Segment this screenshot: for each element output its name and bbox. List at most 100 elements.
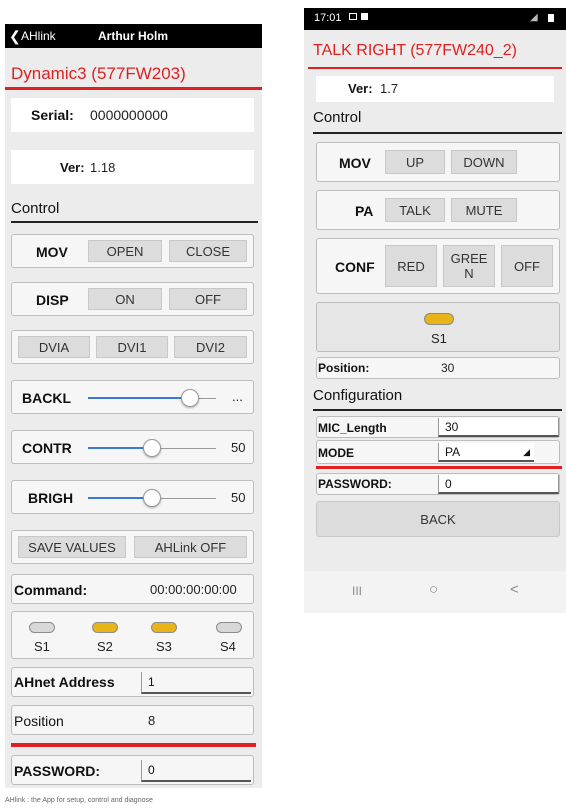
disp-label: DISP [36, 292, 69, 308]
position-label: Position [14, 713, 64, 729]
home-button[interactable]: ○ [429, 581, 438, 598]
led-s3-label: S3 [156, 639, 172, 654]
back-nav-button[interactable]: < [510, 581, 519, 598]
version-value-right: 1.7 [380, 81, 399, 96]
serial-label: Serial: [31, 107, 74, 123]
mode-row: MODE PA ◢ [316, 440, 560, 464]
mute-button[interactable]: MUTE [451, 198, 517, 222]
control-heading-right: Control [313, 109, 362, 126]
led-s3: S3 [132, 612, 192, 660]
save-values-button[interactable]: SAVE VALUES [18, 536, 126, 558]
brightness-slider-knob[interactable] [143, 489, 161, 507]
dvia-button[interactable]: DVIA [18, 336, 90, 358]
position-value: 8 [148, 713, 156, 728]
disp-off-button[interactable]: OFF [169, 288, 247, 310]
mode-select[interactable]: PA ◢ [438, 443, 534, 462]
dvi1-button[interactable]: DVI1 [96, 336, 168, 358]
down-button[interactable]: DOWN [451, 150, 517, 174]
led-s1: S1 [12, 612, 72, 660]
back-button[interactable]: BACK [316, 501, 560, 537]
position-label-right: Position: [318, 361, 370, 375]
mode-select-value: PA [445, 444, 461, 459]
red-button[interactable]: RED [385, 245, 437, 287]
android-status-bar: 17:01 ◢ [304, 8, 566, 30]
disp-on-button[interactable]: ON [88, 288, 162, 310]
open-button[interactable]: OPEN [88, 240, 162, 262]
mov-label: MOV [36, 244, 68, 260]
device-title-right: TALK RIGHT (577FW240_2) [313, 42, 517, 59]
clock: 17:01 [314, 12, 342, 24]
dvi-row: DVIA DVI1 DVI2 [11, 330, 254, 364]
pa-label: PA [355, 203, 374, 219]
recents-button[interactable]: III [352, 584, 362, 598]
notification-icon [361, 13, 368, 20]
led-s2-label: S2 [97, 639, 113, 654]
mov-label-right: MOV [339, 155, 371, 171]
mov-row: MOV OPEN CLOSE [11, 234, 254, 268]
version-label: Ver: [60, 160, 85, 175]
led-s4-indicator [216, 622, 242, 633]
password-input[interactable]: 0 [141, 760, 251, 782]
led-s2-indicator [92, 622, 118, 633]
title-underline [5, 87, 262, 90]
brightness-label: BRIGH [28, 490, 74, 506]
brightness-row: BRIGH 50 [11, 480, 254, 514]
position-value-right: 30 [441, 361, 455, 375]
conf-label: CONF [335, 259, 375, 275]
dropdown-arrow-icon: ◢ [523, 447, 530, 457]
green-button-line2: N [464, 266, 474, 281]
led-s1-indicator [29, 622, 55, 633]
password-separator [11, 743, 256, 747]
title-underline-right [308, 67, 562, 69]
s1-status: S1 [316, 302, 560, 352]
android-nav-bar: III ○ < [304, 571, 566, 613]
mic-length-row: MIC_Length 30 [316, 416, 560, 438]
version-label-right: Ver: [348, 81, 373, 96]
backlight-label: BACKL [22, 390, 71, 406]
contrast-slider-knob[interactable] [143, 439, 161, 457]
backlight-slider-knob[interactable] [181, 389, 200, 407]
password-separator-right [316, 466, 562, 469]
led-s4-label: S4 [220, 639, 236, 654]
command-label: Command: [14, 582, 88, 598]
password-row: PASSWORD: 0 [11, 755, 254, 785]
ahnet-address-row: AHnet Address 1 [11, 667, 254, 697]
version-row: Ver: 1.18 [11, 150, 254, 184]
control-underline [11, 221, 258, 223]
mic-length-label: MIC_Length [318, 421, 387, 435]
s1-indicator-right [424, 313, 454, 325]
screenshot-stage: ❮ AHlink Arthur Holm Dynamic3 (577FW203)… [0, 0, 566, 812]
left-phone-screen: ❮ AHlink Arthur Holm Dynamic3 (577FW203)… [5, 24, 262, 788]
battery-icon [548, 14, 554, 22]
control-heading: Control [11, 200, 60, 217]
version-value: 1.18 [90, 160, 116, 175]
ahlink-off-button[interactable]: AHLink OFF [134, 536, 247, 558]
talk-button[interactable]: TALK [385, 198, 445, 222]
conf-row: CONF RED GREE N OFF [316, 238, 560, 294]
configuration-underline [313, 409, 562, 411]
green-button-line1: GREE [450, 251, 488, 266]
dvi2-button[interactable]: DVI2 [174, 336, 247, 358]
disp-row: DISP ON OFF [11, 282, 254, 316]
mic-length-input[interactable]: 30 [438, 418, 559, 437]
command-row: Command: 00:00:00:00:00 [11, 574, 254, 604]
configuration-heading: Configuration [313, 387, 403, 404]
serial-row: Serial: 0000000000 [11, 98, 254, 132]
password-input-right[interactable]: 0 [438, 475, 559, 494]
contrast-label: CONTR [22, 440, 72, 456]
conf-off-button[interactable]: OFF [501, 245, 553, 287]
command-value: 00:00:00:00:00 [150, 582, 237, 597]
chevron-left-icon[interactable]: ❮ [9, 28, 21, 45]
close-button[interactable]: CLOSE [169, 240, 247, 262]
ahnet-address-input[interactable]: 1 [141, 672, 251, 694]
led-s3-indicator [151, 622, 177, 633]
up-button[interactable]: UP [385, 150, 445, 174]
mode-label: MODE [318, 446, 354, 460]
password-label-right: PASSWORD: [318, 477, 392, 491]
control-underline-right [313, 132, 562, 134]
save-row: SAVE VALUES AHLink OFF [11, 530, 254, 564]
green-button[interactable]: GREE N [443, 245, 495, 287]
back-link[interactable]: AHlink [21, 29, 56, 43]
version-row-right: Ver: 1.7 [316, 76, 554, 102]
contrast-value: 50 [231, 440, 246, 455]
